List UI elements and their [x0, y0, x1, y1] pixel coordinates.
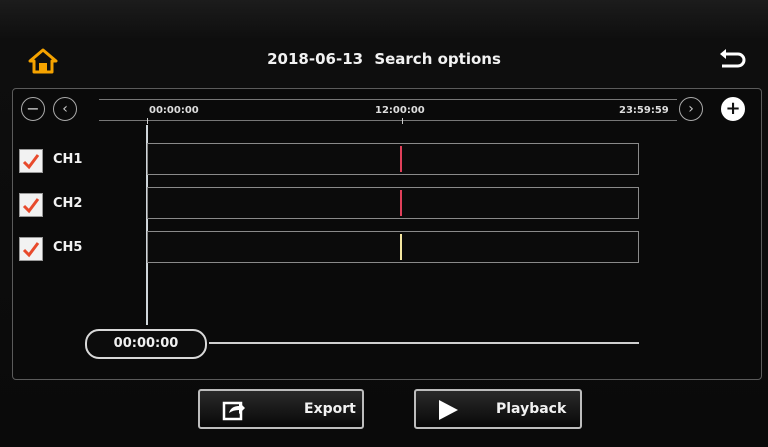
- channel-checkbox[interactable]: [19, 237, 43, 261]
- scroll-right-button[interactable]: ›: [679, 97, 703, 121]
- page-title: 2018-06-13 Search options: [8, 50, 760, 68]
- channel-row: CH1: [19, 143, 639, 177]
- search-options-screen: 2018-06-13 Search options − ‹ 00:00:00 1…: [0, 0, 768, 447]
- channel-row: CH5: [19, 231, 639, 265]
- time-slider-track[interactable]: [209, 342, 639, 344]
- channel-track[interactable]: [147, 231, 639, 263]
- title-text: Search options: [374, 50, 501, 68]
- recording-marker: [400, 146, 402, 172]
- header-bar: 2018-06-13 Search options: [8, 38, 760, 84]
- back-button[interactable]: [718, 48, 746, 74]
- export-label: Export: [304, 401, 356, 417]
- timeline-panel: − ‹ 00:00:00 12:00:00 23:59:59 › + CH1 C…: [12, 88, 762, 380]
- tick-mark-mid: [402, 118, 403, 124]
- channel-label: CH5: [53, 240, 83, 255]
- playback-label: Playback: [496, 401, 567, 417]
- channel-row: CH2: [19, 187, 639, 221]
- checkmark-icon: [22, 242, 40, 258]
- back-icon: [720, 49, 746, 68]
- time-slider-handle[interactable]: 00:00:00: [85, 329, 207, 359]
- export-icon: [222, 401, 245, 421]
- tick-end: 23:59:59: [619, 105, 669, 116]
- tick-mid: 12:00:00: [375, 105, 425, 116]
- zoom-in-button[interactable]: +: [721, 97, 745, 121]
- plus-icon: +: [725, 98, 741, 119]
- minus-icon: −: [26, 99, 40, 118]
- export-button[interactable]: Export: [198, 389, 364, 429]
- chevron-left-icon: ‹: [62, 101, 68, 117]
- scroll-left-button[interactable]: ‹: [53, 97, 77, 121]
- tick-start: 00:00:00: [149, 105, 199, 116]
- playback-button[interactable]: Playback: [414, 389, 582, 429]
- channel-track[interactable]: [147, 143, 639, 175]
- channel-label: CH2: [53, 196, 83, 211]
- checkmark-icon: [22, 154, 40, 170]
- tick-mark-start: [147, 118, 148, 124]
- title-date: 2018-06-13: [267, 50, 364, 68]
- recording-marker: [400, 234, 402, 260]
- channel-track[interactable]: [147, 187, 639, 219]
- time-ruler: 00:00:00 12:00:00 23:59:59: [99, 99, 677, 124]
- chevron-right-icon: ›: [688, 101, 694, 117]
- checkmark-icon: [22, 198, 40, 214]
- play-icon: [439, 400, 458, 420]
- channel-checkbox[interactable]: [19, 149, 43, 173]
- channel-checkbox[interactable]: [19, 193, 43, 217]
- recording-marker: [400, 190, 402, 216]
- channel-label: CH1: [53, 152, 83, 167]
- zoom-out-button[interactable]: −: [21, 97, 45, 121]
